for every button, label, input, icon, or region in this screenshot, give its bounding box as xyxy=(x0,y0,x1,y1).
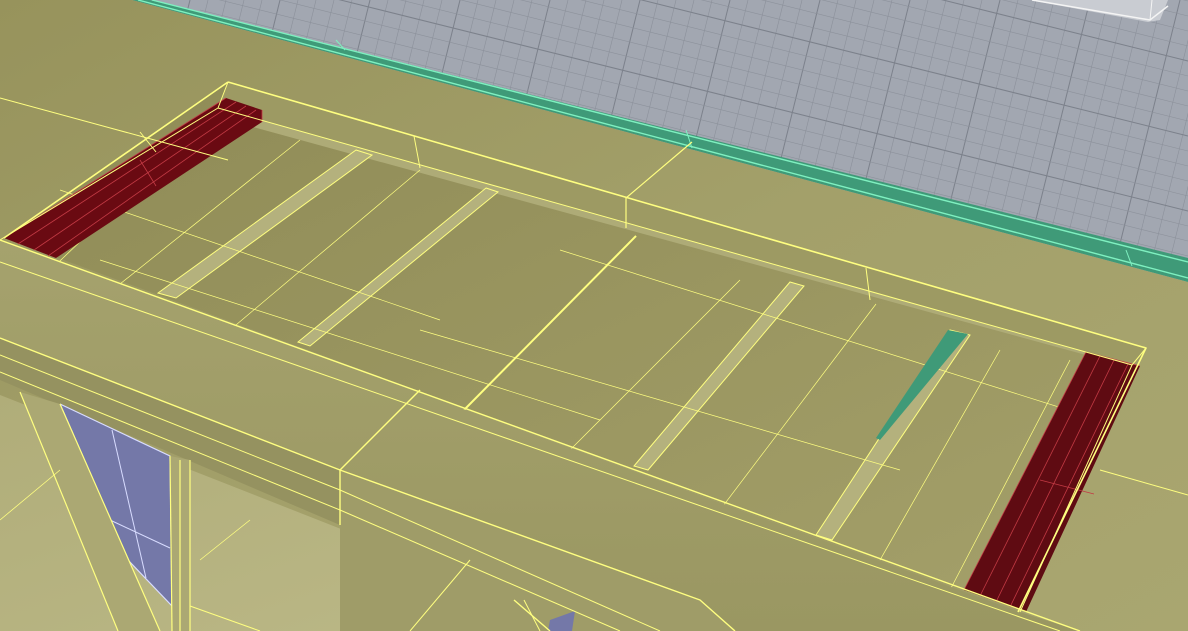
modeling-viewport[interactable] xyxy=(0,0,1188,631)
viewport-canvas[interactable] xyxy=(0,0,1188,631)
